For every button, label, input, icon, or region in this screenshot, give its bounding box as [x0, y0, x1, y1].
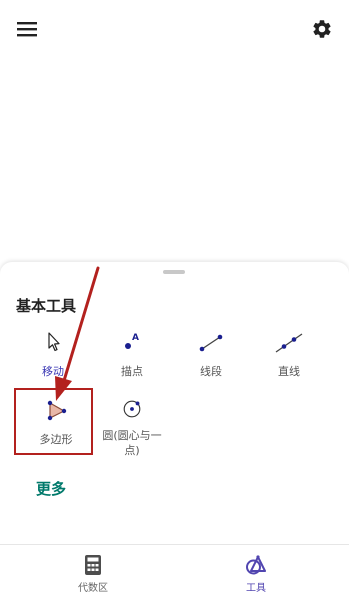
nav-label: 代数区 — [78, 583, 108, 594]
drag-handle[interactable] — [163, 270, 185, 274]
segment-icon — [199, 334, 223, 352]
tool-label-line1: 圆(圆心与一 — [102, 429, 162, 442]
tool-circle[interactable]: 圆(圆心与一 点) — [93, 396, 171, 458]
point-a-icon: A — [125, 333, 139, 349]
svg-text:A: A — [132, 333, 139, 343]
nav-algebra[interactable]: 代数区 — [53, 554, 133, 594]
tool-label: 线段 — [200, 365, 222, 378]
tool-label: 多边形 — [39, 433, 73, 446]
tool-label: 直线 — [278, 365, 300, 378]
section-title: 基本工具 — [16, 297, 77, 315]
tools-shapes-icon — [246, 555, 266, 575]
more-tools-button[interactable]: 更多 — [36, 478, 66, 499]
tool-label: 移动 — [42, 365, 64, 378]
tool-segment[interactable]: 线段 — [172, 328, 250, 390]
tool-label: 圆(圆心与一 点) — [102, 428, 161, 458]
tool-label: 描点 — [121, 365, 143, 378]
bottom-nav: 代数区 工具 — [0, 544, 349, 600]
tool-polygon[interactable]: 多边形 — [17, 396, 95, 458]
line-icon — [275, 333, 303, 353]
nav-tools[interactable]: 工具 — [216, 554, 296, 594]
gear-icon — [313, 20, 331, 38]
settings-button[interactable] — [309, 16, 335, 42]
nav-label: 工具 — [246, 583, 266, 594]
tool-line[interactable]: 直线 — [250, 328, 328, 390]
calculator-icon — [85, 555, 101, 575]
hamburger-menu-icon — [17, 22, 37, 37]
tool-point[interactable]: A 描点 — [93, 328, 171, 390]
arrow-cursor-icon — [48, 332, 60, 352]
app-window: 基本工具 移动 A 描点 线段 直线 多边形 圆(圆心与一 点) 更多 代数区 … — [0, 0, 349, 600]
circle-center-point-icon — [123, 400, 141, 418]
polygon-icon — [47, 400, 67, 421]
tool-move[interactable]: 移动 — [14, 328, 92, 390]
tool-label-line2: 点) — [124, 444, 140, 457]
menu-button[interactable] — [14, 16, 40, 42]
